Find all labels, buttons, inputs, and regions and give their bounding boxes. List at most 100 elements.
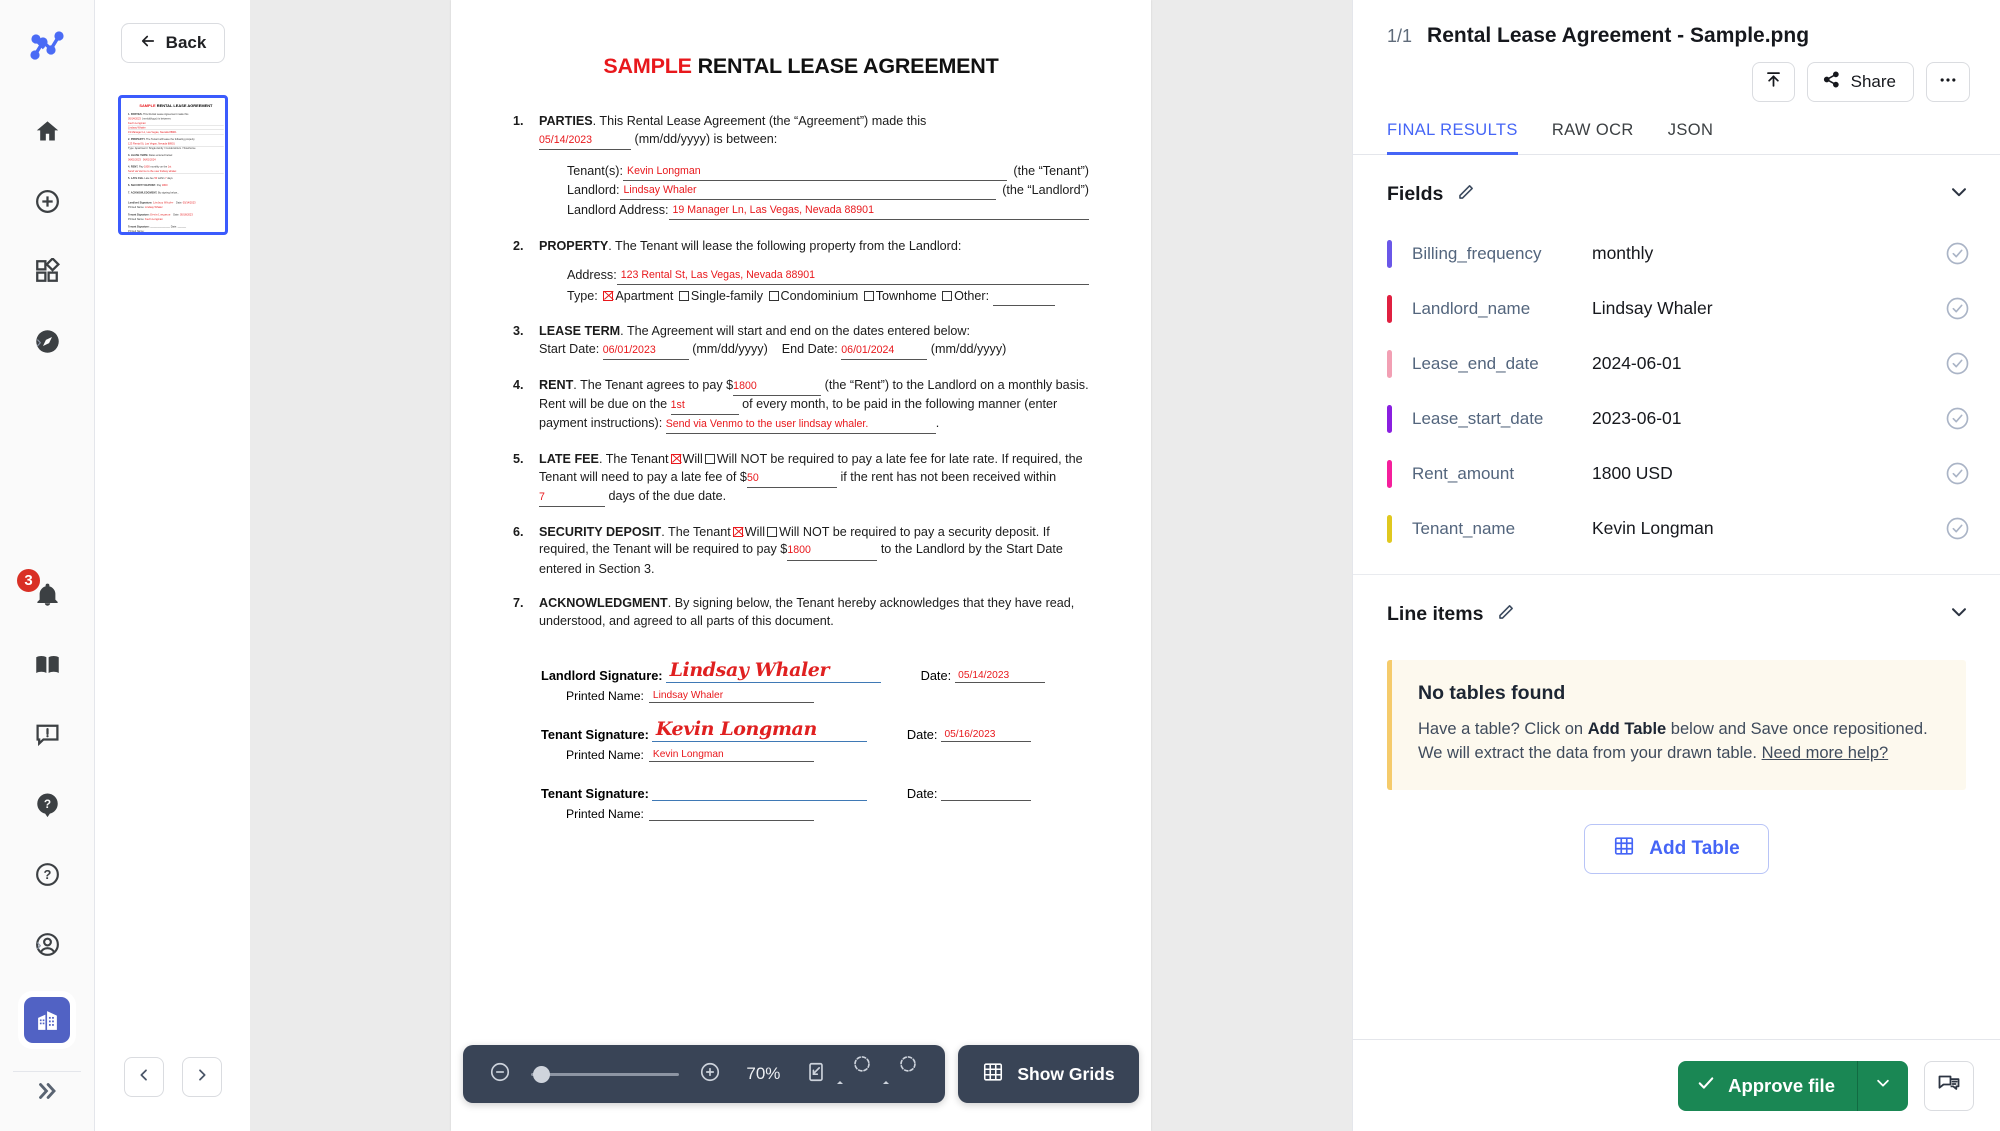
comment-button[interactable] xyxy=(1924,1060,1974,1111)
approve-file-button[interactable]: Approve file xyxy=(1678,1060,1908,1111)
tab-raw-ocr[interactable]: RAW OCR xyxy=(1552,121,1634,155)
check-circle-icon[interactable] xyxy=(1945,461,1970,486)
tenant2-signature-label: Tenant Signature: xyxy=(541,786,649,802)
landlord-signature-line[interactable]: Lindsay Whaler xyxy=(665,659,881,684)
document-title: SAMPLE RENTAL LEASE AGREEMENT xyxy=(513,54,1089,79)
tab-final-results[interactable]: FINAL RESULTS xyxy=(1387,121,1518,155)
checkbox-deposit-will[interactable] xyxy=(732,526,743,537)
type-label-single-family: Single-family xyxy=(690,288,764,303)
fields-collapse-button[interactable] xyxy=(1948,181,1970,208)
show-grids-button[interactable]: Show Grids xyxy=(958,1045,1139,1103)
check-circle-icon[interactable] xyxy=(1945,516,1970,541)
app-logo[interactable] xyxy=(23,22,71,70)
results-footer: Approve file xyxy=(1353,1039,2000,1131)
rent-due-day-value: 1st xyxy=(670,398,739,415)
clause-text-3: if the rent has not been received within xyxy=(840,469,1057,484)
line-items-edit-button[interactable] xyxy=(1496,603,1515,627)
landlord-row: Landlord: Lindsay Whaler (the “Landlord”… xyxy=(567,182,1089,201)
field-row-lease-start-date[interactable]: Lease_start_date 2023-06-01 xyxy=(1353,391,2000,446)
tenant2-signature-line[interactable] xyxy=(651,779,867,802)
landlord-label: Landlord: xyxy=(567,183,620,198)
fit-to-screen-button[interactable] xyxy=(801,1059,831,1089)
clause-heading: LATE FEE xyxy=(539,451,599,466)
document-viewer[interactable]: SAMPLE RENTAL LEASE AGREEMENT 1. PARTIES… xyxy=(250,0,1352,1131)
clause-text-1: . The Tenant xyxy=(598,451,669,466)
tenant-suffix: (the “Tenant”) xyxy=(1013,163,1089,178)
field-name: Lease_end_date xyxy=(1412,353,1539,373)
start-date-value: 06/01/2023 xyxy=(602,343,689,360)
sample-label: SAMPLE xyxy=(603,54,692,78)
sidebar-item-support[interactable]: ? xyxy=(24,851,70,897)
check-circle-icon[interactable] xyxy=(1945,296,1970,321)
checkbox-condominium[interactable] xyxy=(768,290,779,301)
checkbox-single-family[interactable] xyxy=(678,290,689,301)
approve-dropdown-button[interactable] xyxy=(1858,1061,1908,1111)
tenant-date-label: Date: xyxy=(906,727,938,743)
check-circle-icon[interactable] xyxy=(1945,406,1970,431)
tenant2-date-label: Date: xyxy=(906,786,938,802)
tab-json[interactable]: JSON xyxy=(1668,121,1714,155)
sidebar-item-docs[interactable] xyxy=(24,641,70,687)
approve-main[interactable]: Approve file xyxy=(1678,1061,1857,1111)
results-body: Fields Billing_frequency monthly Landlor… xyxy=(1353,155,2000,1131)
checkbox-townhome[interactable] xyxy=(863,290,874,301)
checkbox-other[interactable] xyxy=(942,290,953,301)
clause-number: 5. xyxy=(513,451,524,466)
need-more-help-link[interactable]: Need more help? xyxy=(1762,744,1889,762)
back-button[interactable]: Back xyxy=(120,23,225,63)
question-circle-icon: ? xyxy=(34,861,61,888)
clause-acknowledgment: 7. ACKNOWLEDGMENT. By signing below, the… xyxy=(513,595,1089,631)
sidebar-item-apps[interactable] xyxy=(24,248,70,294)
sidebar-item-organization[interactable] xyxy=(18,991,76,1049)
zoom-slider-knob[interactable] xyxy=(533,1065,551,1083)
zoom-slider[interactable] xyxy=(531,1059,680,1089)
tenant-signature-line[interactable]: Kevin Longman xyxy=(651,718,867,743)
sidebar-item-add[interactable] xyxy=(24,178,70,224)
tenant-printed-line: Kevin Longman xyxy=(648,746,814,763)
checkbox-late-fee-will-not[interactable] xyxy=(704,453,715,464)
sidebar-item-notifications[interactable]: 3 xyxy=(15,567,70,617)
field-row-lease-end-date[interactable]: Lease_end_date 2024-06-01 xyxy=(1353,336,2000,391)
check-circle-icon[interactable] xyxy=(1945,351,1970,376)
home-icon xyxy=(34,118,61,145)
field-row-tenant-name[interactable]: Tenant_name Kevin Longman xyxy=(1353,501,2000,556)
fields-edit-button[interactable] xyxy=(1456,183,1475,207)
add-table-button[interactable]: Add Table xyxy=(1584,823,1769,874)
fields-section-title: Fields xyxy=(1387,183,1444,205)
prev-page-button[interactable] xyxy=(123,1057,164,1097)
clause-rent: 4. RENT. The Tenant agrees to pay $1800 … xyxy=(513,377,1089,434)
rail-expand-button[interactable] xyxy=(34,1078,60,1109)
viewer-toolbar: 70% xyxy=(463,1045,946,1103)
upload-button[interactable] xyxy=(1751,62,1795,102)
zoom-in-button[interactable] xyxy=(695,1059,725,1089)
zoom-out-button[interactable] xyxy=(485,1059,515,1089)
page-thumbnail-1[interactable]: SAMPLE RENTAL LEASE AGREEMENT 1. PARTIES… xyxy=(117,95,228,235)
viewer-toolbar-wrap: 70% Show Grids xyxy=(250,1045,1352,1103)
next-page-button[interactable] xyxy=(181,1057,222,1097)
field-row-rent-amount[interactable]: Rent_amount 1800 USD xyxy=(1353,446,2000,501)
results-tabs: FINAL RESULTS RAW OCR JSON xyxy=(1353,102,2000,155)
field-value: monthly xyxy=(1592,243,1654,263)
checkbox-deposit-will-not[interactable] xyxy=(767,526,778,537)
checkbox-apartment[interactable] xyxy=(603,290,614,301)
sidebar-item-account[interactable]: › xyxy=(24,921,70,967)
line-items-collapse-button[interactable] xyxy=(1948,601,1970,628)
add-table-wrap: Add Table xyxy=(1353,823,2000,874)
fields-section-header: Fields xyxy=(1353,155,2000,226)
tenant-signature-row: Tenant Signature: Kevin Longman Date: 05… xyxy=(541,718,1089,743)
field-value: 1800 USD xyxy=(1592,463,1673,483)
share-button[interactable]: Share xyxy=(1806,62,1914,102)
rotate-right-button[interactable] xyxy=(883,1055,923,1089)
rotate-left-button[interactable] xyxy=(837,1055,877,1089)
file-title-row: 1/1 Rental Lease Agreement - Sample.png xyxy=(1387,24,1970,48)
more-options-button[interactable] xyxy=(1926,62,1970,102)
results-header: 1/1 Rental Lease Agreement - Sample.png xyxy=(1353,0,2000,102)
check-circle-icon[interactable] xyxy=(1945,241,1970,266)
field-row-billing-frequency[interactable]: Billing_frequency monthly xyxy=(1353,226,2000,281)
checkbox-late-fee-will[interactable] xyxy=(670,453,681,464)
field-row-landlord-name[interactable]: Landlord_name Lindsay Whaler xyxy=(1353,281,2000,336)
sidebar-item-feedback[interactable] xyxy=(24,711,70,757)
sidebar-item-explore[interactable]: › xyxy=(24,318,70,364)
sidebar-item-help-chat[interactable]: ? xyxy=(24,781,70,827)
sidebar-item-home[interactable] xyxy=(24,108,70,154)
